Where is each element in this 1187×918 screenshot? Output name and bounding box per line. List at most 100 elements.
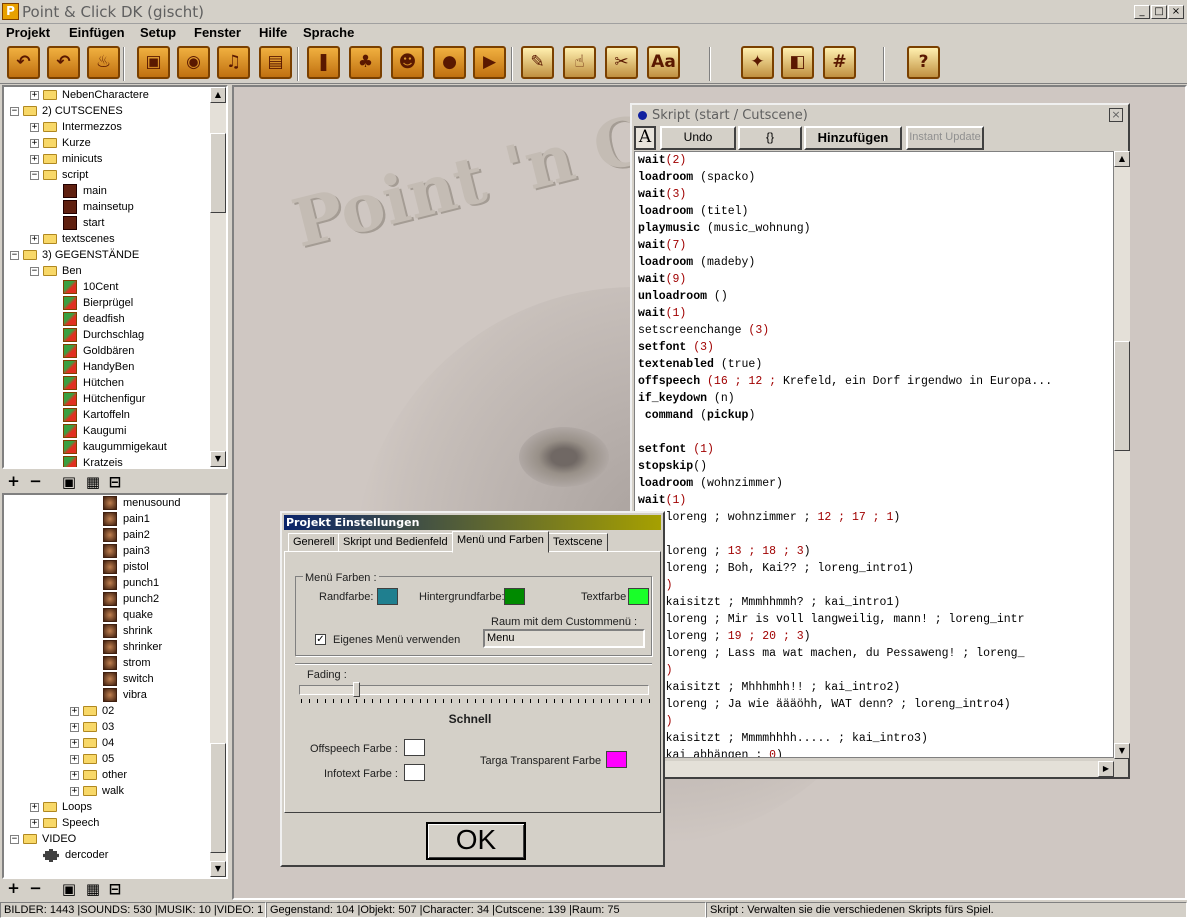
new-folder-button[interactable]: ▣ [50,473,76,491]
expand-icon[interactable]: + [30,90,39,100]
font-button[interactable]: A [634,126,656,150]
collapse-icon[interactable]: − [30,170,39,180]
project-tree-top[interactable]: ▲ ▼ + NebenCharactere −2) CUTSCENES + Interm… [2,85,228,469]
expand-icon[interactable]: + [70,722,79,732]
code-hscrollbar[interactable]: ▶ [634,761,1114,777]
code-scrollbar[interactable]: ▲ ▼ [1114,151,1130,759]
offspeech-swatch[interactable] [404,739,425,756]
add-button[interactable]: + [4,473,23,491]
fire-button[interactable]: ♨ [87,46,120,79]
book-button[interactable]: ❚ [307,46,340,79]
menu-sprache[interactable]: Sprache [303,25,354,40]
tree-folder[interactable]: +04 [70,735,114,751]
tree-folder[interactable]: + textscenes [30,231,115,247]
music-button[interactable]: ♫ [217,46,250,79]
picture-button[interactable]: ▣ [137,46,170,79]
menu-hilfe[interactable]: Hilfe [259,25,287,40]
scroll-down-button[interactable]: ▼ [210,861,226,877]
scroll-thumb[interactable] [210,133,226,213]
tree-item[interactable]: Durchschlag [50,327,144,343]
undo-button[interactable]: Undo [660,126,736,150]
expand-icon[interactable]: + [30,138,39,148]
tree-item[interactable]: shrinker [90,639,162,655]
menu-einfgen[interactable]: Einfügen [69,25,125,40]
tree-folder[interactable]: + Loops [30,799,92,815]
tree-item[interactable]: kaugummigekaut [50,439,167,455]
tree-item[interactable]: Kartoffeln [50,407,130,423]
tree-item[interactable]: Bierprügel [50,295,133,311]
custom-room-input[interactable]: Menu [483,629,645,648]
tree-item[interactable]: Kaugumi [50,423,126,439]
grid-view-button[interactable]: ▦ [74,880,100,898]
window-button[interactable]: ◧ [781,46,814,79]
tree-item[interactable]: main [50,183,107,199]
tree-folder[interactable]: − 3) GEGENSTÄNDE [10,247,139,263]
help-button[interactable]: ? [907,46,940,79]
film-button[interactable]: ▤ [259,46,292,79]
back-arrow-button[interactable]: ↶ [7,46,40,79]
hand-button[interactable]: ☝ [563,46,596,79]
scroll-thumb[interactable] [1114,341,1130,451]
expand-icon[interactable]: + [30,154,39,164]
expand-icon[interactable]: + [70,738,79,748]
fading-slider-thumb[interactable] [353,682,361,697]
add-button[interactable]: Hinzufügen [804,126,902,150]
tree-item[interactable]: quake [90,607,153,623]
tree-folder[interactable]: +03 [70,719,114,735]
expand-icon[interactable]: + [30,802,39,812]
minimize-button[interactable]: _ [1134,5,1150,19]
cutscene-button[interactable]: ▶ [473,46,506,79]
tree-item[interactable]: pain2 [90,527,150,543]
remove-button[interactable]: − [26,473,45,491]
scroll-down-button[interactable]: ▼ [210,451,226,467]
menu-fenster[interactable]: Fenster [194,25,241,40]
tree-folder[interactable]: + minicuts [30,151,102,167]
tab-textscene[interactable]: Textscene [548,533,608,552]
tree-item[interactable]: mainsetup [50,199,134,215]
tree-folder[interactable]: − 2) CUTSCENES [10,103,123,119]
tab-menü-und-farben[interactable]: Menü und Farben [452,531,549,553]
collapse-icon[interactable]: − [10,106,19,116]
tree-item[interactable]: HandyBen [50,359,134,375]
tree-item[interactable]: vibra [90,687,147,703]
tree-folder[interactable]: +05 [70,751,114,767]
tree-item[interactable]: shrink [90,623,152,639]
expand-icon[interactable]: + [70,770,79,780]
scroll-up-button[interactable]: ▲ [210,87,226,103]
tree-item[interactable]: pain3 [90,543,150,559]
tree-item[interactable]: pain1 [90,511,150,527]
tree-item[interactable]: Hütchenfigur [50,391,145,407]
tree-item[interactable]: Hütchen [50,375,124,391]
expand-icon[interactable]: + [30,122,39,132]
expand-icon[interactable]: + [30,234,39,244]
targa-swatch[interactable] [606,751,627,768]
collapse-icon[interactable]: − [10,834,19,844]
expand-icon[interactable]: + [70,754,79,764]
close-button[interactable]: × [1168,5,1184,19]
tree-item[interactable]: switch [90,671,154,687]
tree-folder[interactable]: +02 [70,703,114,719]
grid-view-button[interactable]: ▦ [74,473,100,491]
maximize-button[interactable]: □ [1151,5,1167,19]
tree-folder[interactable]: + Kurze [30,135,91,151]
menu-setup[interactable]: Setup [140,25,176,40]
braces-button[interactable]: {} [738,126,802,150]
counter-button[interactable]: # [823,46,856,79]
hintergrund-swatch[interactable] [504,588,525,605]
collapse-icon[interactable]: − [10,250,19,260]
tree-item[interactable]: 10Cent [50,279,118,295]
tree-item[interactable]: punch1 [90,575,159,591]
expand-icon[interactable]: + [30,818,39,828]
new-folder-button[interactable]: ▣ [50,880,76,898]
tree-item[interactable]: Kratzeis [50,455,123,467]
expand-icon[interactable]: + [70,706,79,716]
font-button[interactable]: Aa [647,46,680,79]
menu-projekt[interactable]: Projekt [6,25,50,40]
tab-generell[interactable]: Generell [288,533,340,552]
skript-close-button[interactable]: × [1109,108,1123,122]
tree-item[interactable]: Goldbären [50,343,134,359]
tree-folder[interactable]: − Ben [30,263,82,279]
tree-folder[interactable]: − script [30,167,88,183]
tree-top-scrollbar[interactable]: ▲ ▼ [210,87,226,467]
tree-folder[interactable]: − VIDEO [10,831,76,847]
